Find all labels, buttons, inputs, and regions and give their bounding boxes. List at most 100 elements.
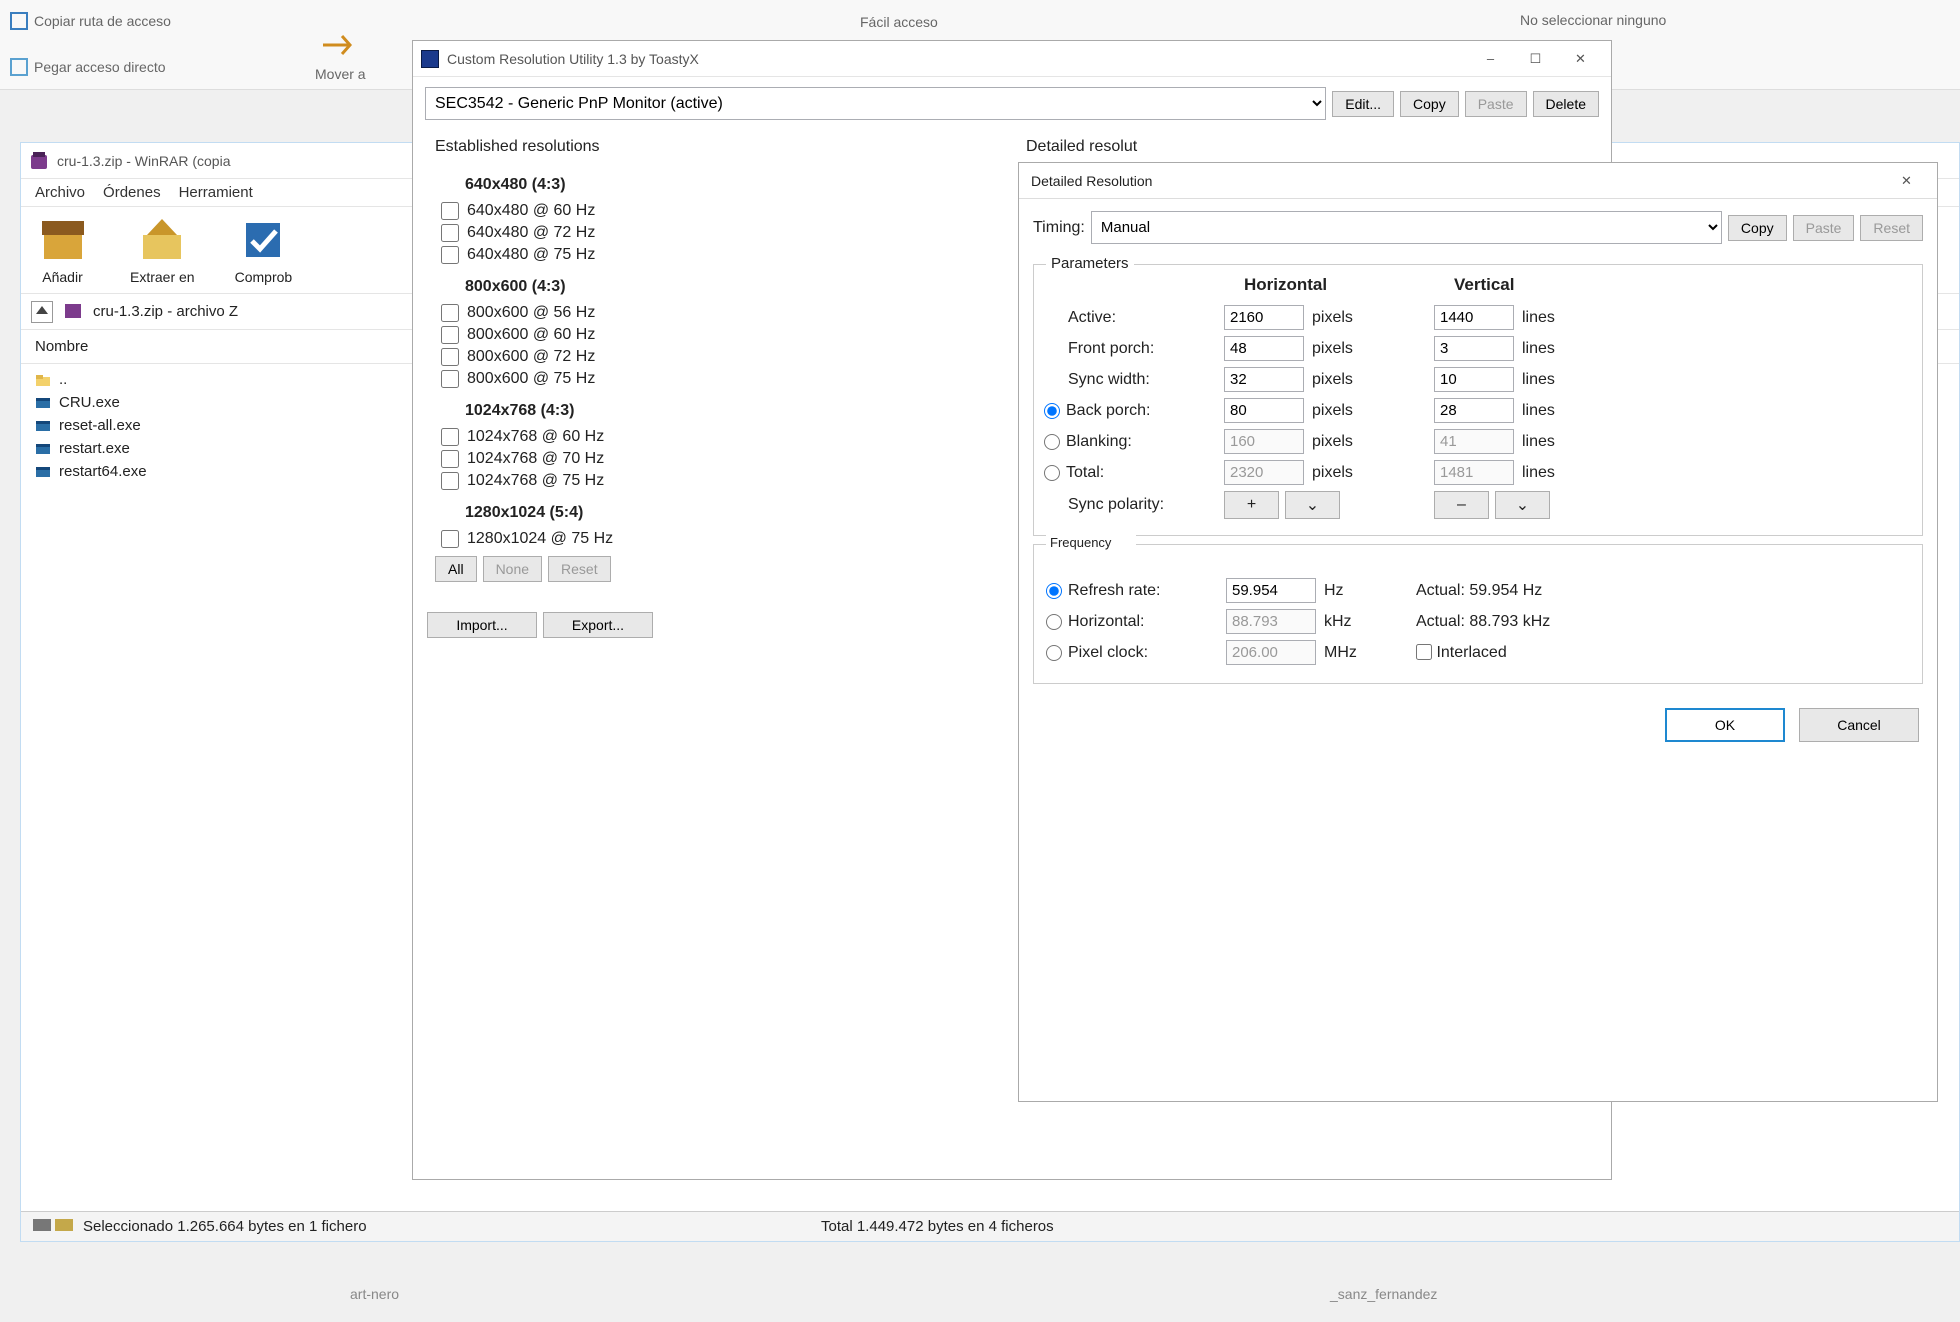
res-label: 640x480 @ 72 Hz	[467, 224, 595, 242]
monitor-edit-button[interactable]: Edit...	[1332, 91, 1394, 117]
back-h-input[interactable]	[1224, 398, 1304, 423]
res-label: 640x480 @ 60 Hz	[467, 202, 595, 220]
res-checkbox[interactable]	[441, 224, 459, 242]
dlg-reset-button[interactable]: Reset	[1860, 215, 1923, 241]
res-checkbox[interactable]	[441, 428, 459, 446]
monitor-paste-button[interactable]: Paste	[1465, 91, 1527, 117]
back-v-input[interactable]	[1434, 398, 1514, 423]
all-button[interactable]: All	[435, 556, 477, 582]
active-h-input[interactable]	[1224, 305, 1304, 330]
pclk-radio[interactable]	[1046, 645, 1062, 661]
res-checkbox[interactable]	[441, 348, 459, 366]
ribbon-easy-access[interactable]: Fácil acceso	[860, 14, 938, 30]
dlg-cancel-button[interactable]: Cancel	[1799, 708, 1919, 742]
ribbon-move-to[interactable]: Mover a	[315, 30, 366, 82]
refresh-radio[interactable]	[1046, 583, 1062, 599]
tool-comprobar[interactable]: Comprob	[235, 215, 293, 285]
res-group-label: 800x600 (4:3)	[465, 278, 1012, 296]
close-button[interactable]: ✕	[1558, 44, 1603, 74]
res-item[interactable]: 800x600 @ 60 Hz	[441, 326, 1012, 344]
res-item[interactable]: 640x480 @ 60 Hz	[441, 202, 1012, 220]
res-checkbox[interactable]	[441, 450, 459, 468]
blank-v-input[interactable]	[1434, 429, 1514, 454]
res-item[interactable]: 1024x768 @ 60 Hz	[441, 428, 1012, 446]
pclk-input[interactable]	[1226, 640, 1316, 665]
active-v-input[interactable]	[1434, 305, 1514, 330]
folder-up-icon	[35, 372, 51, 388]
detailed-resolution-dialog: Detailed Resolution ✕ Timing: Manual Cop…	[1018, 162, 1938, 1102]
export-button[interactable]: Export...	[543, 612, 653, 638]
blank-h-input[interactable]	[1224, 429, 1304, 454]
v-polarity-dropdown[interactable]: ⌄	[1495, 491, 1550, 519]
nav-up-icon[interactable]	[31, 301, 53, 323]
dlg-close-button[interactable]: ✕	[1884, 166, 1929, 196]
unit-lines: lines	[1514, 464, 1584, 482]
dlg-titlebar[interactable]: Detailed Resolution ✕	[1019, 163, 1937, 199]
res-checkbox[interactable]	[441, 304, 459, 322]
unit-lines: lines	[1514, 371, 1584, 389]
menu-ordenes[interactable]: Órdenes	[103, 184, 161, 201]
front-v-input[interactable]	[1434, 336, 1514, 361]
anadir-icon	[35, 215, 90, 265]
blanking-radio[interactable]	[1044, 434, 1060, 450]
ribbon-copy-path[interactable]: Copiar ruta de acceso	[10, 12, 171, 30]
reset-button[interactable]: Reset	[548, 556, 611, 582]
menu-herramientas[interactable]: Herramient	[179, 184, 253, 201]
total-v-input[interactable]	[1434, 460, 1514, 485]
dlg-paste-button[interactable]: Paste	[1793, 215, 1855, 241]
back-radio[interactable]	[1044, 403, 1060, 419]
h-polarity-dropdown[interactable]: ⌄	[1285, 491, 1340, 519]
res-group-label: 1280x1024 (5:4)	[465, 504, 1012, 522]
res-checkbox[interactable]	[441, 472, 459, 490]
cru-titlebar[interactable]: Custom Resolution Utility 1.3 by ToastyX…	[413, 41, 1611, 77]
cru-app-icon	[421, 50, 439, 68]
menu-archivo[interactable]: Archivo	[35, 184, 85, 201]
exe-icon	[35, 464, 51, 480]
res-checkbox[interactable]	[441, 326, 459, 344]
res-item[interactable]: 640x480 @ 72 Hz	[441, 224, 1012, 242]
refresh-input[interactable]	[1226, 578, 1316, 603]
ribbon-paste-direct[interactable]: Pegar acceso directo	[10, 58, 166, 76]
res-item[interactable]: 1024x768 @ 70 Hz	[441, 450, 1012, 468]
timing-select[interactable]: Manual	[1091, 211, 1722, 244]
maximize-button[interactable]: ☐	[1513, 44, 1558, 74]
sync-h-input[interactable]	[1224, 367, 1304, 392]
horiz-radio[interactable]	[1046, 614, 1062, 630]
v-polarity-sign[interactable]: –	[1434, 491, 1489, 519]
res-item[interactable]: 800x600 @ 72 Hz	[441, 348, 1012, 366]
monitor-delete-button[interactable]: Delete	[1533, 91, 1599, 117]
total-radio[interactable]	[1044, 465, 1060, 481]
frequency-group: Frequency Refresh rate: Hz Actual: 59.95…	[1033, 544, 1923, 684]
res-checkbox[interactable]	[441, 370, 459, 388]
res-item[interactable]: 800x600 @ 56 Hz	[441, 304, 1012, 322]
total-h-input[interactable]	[1224, 460, 1304, 485]
res-item[interactable]: 800x600 @ 75 Hz	[441, 370, 1012, 388]
no-select-label: No seleccionar ninguno	[1520, 12, 1666, 28]
tool-anadir[interactable]: Añadir	[35, 215, 90, 285]
monitor-copy-button[interactable]: Copy	[1400, 91, 1459, 117]
tool-extraer[interactable]: Extraer en	[130, 215, 195, 285]
file-name: restart.exe	[59, 440, 130, 457]
unit-pixels: pixels	[1304, 433, 1374, 451]
interlaced-checkbox[interactable]	[1416, 644, 1432, 660]
res-item[interactable]: 1280x1024 @ 75 Hz	[441, 530, 1012, 548]
h-polarity-sign[interactable]: +	[1224, 491, 1279, 519]
minimize-button[interactable]: –	[1468, 44, 1513, 74]
cru-monitor-row: SEC3542 - Generic PnP Monitor (active) E…	[413, 77, 1611, 130]
res-checkbox[interactable]	[441, 530, 459, 548]
easy-access-label: Fácil acceso	[860, 14, 938, 30]
import-button[interactable]: Import...	[427, 612, 537, 638]
none-button[interactable]: None	[483, 556, 542, 582]
horiz-input[interactable]	[1226, 609, 1316, 634]
res-item[interactable]: 640x480 @ 75 Hz	[441, 246, 1012, 264]
comprobar-icon	[236, 215, 291, 265]
dlg-copy-button[interactable]: Copy	[1728, 215, 1787, 241]
res-checkbox[interactable]	[441, 202, 459, 220]
front-h-input[interactable]	[1224, 336, 1304, 361]
sync-v-input[interactable]	[1434, 367, 1514, 392]
res-checkbox[interactable]	[441, 246, 459, 264]
res-item[interactable]: 1024x768 @ 75 Hz	[441, 472, 1012, 490]
monitor-select[interactable]: SEC3542 - Generic PnP Monitor (active)	[425, 87, 1326, 120]
ribbon-no-select[interactable]: No seleccionar ninguno	[1520, 12, 1666, 28]
dlg-ok-button[interactable]: OK	[1665, 708, 1785, 742]
